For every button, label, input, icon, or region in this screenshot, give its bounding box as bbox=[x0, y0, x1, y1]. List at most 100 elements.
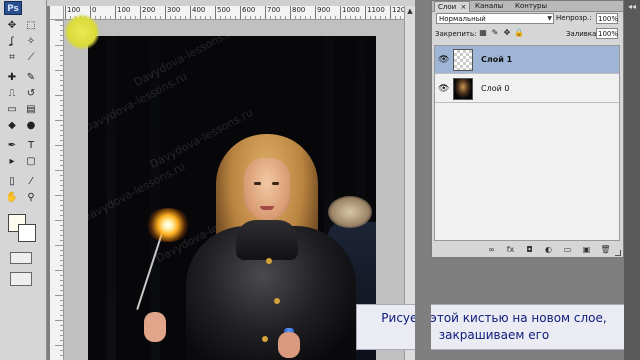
shape-tool[interactable]: ▢ bbox=[24, 154, 38, 168]
close-icon[interactable]: × bbox=[460, 3, 466, 11]
expand-panels-icon[interactable]: ◂◂ bbox=[628, 2, 636, 11]
new-layer-icon[interactable]: ▣ bbox=[581, 245, 592, 255]
ruler-minor-tick bbox=[270, 16, 271, 19]
healing-brush-tool[interactable]: ✚ bbox=[5, 70, 19, 84]
screen-mode-button[interactable] bbox=[10, 272, 32, 286]
crop-tool[interactable]: ⌗ bbox=[5, 50, 19, 64]
ruler-minor-tick bbox=[285, 16, 286, 19]
workspace-gap bbox=[415, 0, 431, 360]
blur-tool-icon: ◆ bbox=[8, 119, 16, 131]
eyedropper-tool[interactable]: ⁄ bbox=[24, 174, 38, 188]
layer-name[interactable]: Слой 1 bbox=[481, 55, 512, 65]
horizontal-ruler[interactable]: 100 0 100 200 300 400 500 600 700 800 900 1000 1100 1… bbox=[64, 6, 404, 20]
ruler-minor-tick bbox=[260, 16, 261, 19]
ruler-minor-tick bbox=[60, 100, 63, 101]
ruler-minor-tick bbox=[60, 75, 63, 76]
collapsed-panel-dock: ◂◂ bbox=[624, 0, 640, 360]
resize-grip-icon[interactable] bbox=[615, 250, 621, 256]
eyedropper-tool-icon: ⁄ bbox=[30, 175, 32, 187]
ruler-minor-tick bbox=[60, 215, 63, 216]
path-selection-tool[interactable]: ▸ bbox=[5, 154, 19, 168]
vertical-ruler[interactable] bbox=[50, 20, 64, 360]
ruler-minor-tick bbox=[55, 45, 63, 46]
background-color-swatch[interactable] bbox=[18, 224, 36, 242]
ruler-minor-tick bbox=[60, 265, 63, 266]
lock-label: Закрепить: bbox=[435, 30, 477, 38]
dodge-tool[interactable]: ● bbox=[24, 118, 38, 132]
ruler-tick-label: 300 bbox=[165, 6, 180, 19]
eraser-tool-icon: ▭ bbox=[7, 103, 17, 115]
caption-line-1: Рисуем этой кистью на новом слое, bbox=[381, 311, 607, 325]
lock-all-icon[interactable]: 🔒 bbox=[514, 28, 524, 38]
layer-style-icon[interactable]: fx bbox=[505, 245, 516, 255]
slice-tool-icon: ⟋ bbox=[27, 51, 35, 63]
brush-tool[interactable]: ✎ bbox=[24, 70, 38, 84]
lock-transparency-icon[interactable]: ▦ bbox=[478, 28, 488, 38]
quick-mask-button[interactable] bbox=[10, 252, 32, 264]
ruler-minor-tick bbox=[60, 140, 63, 141]
layer-name[interactable]: Слой 0 bbox=[481, 84, 509, 94]
layers-panel-footer: ∞ fx ◘ ◐ ▭ ▣ 🗑 bbox=[432, 243, 623, 257]
history-brush-tool[interactable]: ↺ bbox=[24, 86, 38, 100]
layer-mask-icon[interactable]: ◘ bbox=[524, 245, 535, 255]
ruler-minor-tick bbox=[130, 16, 131, 19]
hand-tool[interactable]: ✋ bbox=[5, 190, 19, 204]
fill-input[interactable]: 100% bbox=[596, 28, 618, 39]
layer-row[interactable]: 👁 Слой 0 bbox=[435, 75, 619, 103]
notes-tool[interactable]: ▯ bbox=[5, 174, 19, 188]
ruler-minor-tick bbox=[60, 85, 63, 86]
ruler-minor-tick bbox=[60, 260, 63, 261]
layer-row[interactable]: 👁 Слой 1 bbox=[435, 46, 619, 74]
eraser-tool[interactable]: ▭ bbox=[5, 102, 19, 116]
gradient-tool[interactable]: ▤ bbox=[24, 102, 38, 116]
lock-position-icon[interactable]: ✥ bbox=[502, 28, 512, 38]
ruler-origin[interactable] bbox=[50, 6, 64, 20]
ruler-minor-tick bbox=[60, 65, 63, 66]
ruler-tick-label: 100 bbox=[115, 6, 130, 19]
ruler-minor-tick bbox=[60, 210, 63, 211]
delete-layer-icon[interactable]: 🗑 bbox=[600, 245, 611, 255]
magic-wand-tool[interactable]: ✧ bbox=[24, 34, 38, 48]
move-tool[interactable]: ✥ bbox=[5, 18, 19, 32]
tab-paths[interactable]: Контуры bbox=[512, 1, 550, 12]
lock-pixels-icon[interactable]: ✎ bbox=[490, 28, 500, 38]
scroll-up-icon[interactable]: ▲ bbox=[405, 6, 415, 16]
slice-tool[interactable]: ⟋ bbox=[24, 50, 38, 64]
tab-layers[interactable]: Слои × bbox=[434, 1, 471, 12]
pen-tool[interactable]: ✒ bbox=[5, 138, 19, 152]
ruler-tick-label: 500 bbox=[215, 6, 230, 19]
eye-visibility-icon[interactable]: 👁 bbox=[438, 55, 449, 65]
ruler-minor-tick bbox=[60, 105, 63, 106]
type-tool[interactable]: T bbox=[24, 138, 38, 152]
ruler-minor-tick bbox=[60, 275, 63, 276]
group-icon[interactable]: ▭ bbox=[562, 245, 573, 255]
tab-channels[interactable]: Каналы bbox=[472, 1, 506, 12]
ruler-minor-tick bbox=[60, 355, 63, 356]
ruler-minor-tick bbox=[225, 16, 226, 19]
blend-mode-select[interactable]: Нормальный ▼ bbox=[436, 13, 554, 24]
blur-tool[interactable]: ◆ bbox=[5, 118, 19, 132]
ruler-minor-tick bbox=[120, 16, 121, 19]
zoom-tool[interactable]: ⚲ bbox=[24, 190, 38, 204]
hand-tool-icon: ✋ bbox=[5, 191, 19, 203]
marquee-tool[interactable]: ⬚ bbox=[24, 18, 38, 32]
ruler-minor-tick bbox=[60, 60, 63, 61]
clone-stamp-tool[interactable]: ⎍ bbox=[5, 86, 19, 100]
layer-thumbnail bbox=[453, 49, 473, 71]
ruler-minor-tick bbox=[310, 16, 311, 19]
move-tool-icon: ✥ bbox=[7, 19, 17, 31]
ruler-minor-tick bbox=[335, 16, 336, 19]
ruler-minor-tick bbox=[60, 230, 63, 231]
jacket-button bbox=[262, 336, 268, 342]
zoom-tool-icon: ⚲ bbox=[27, 191, 35, 203]
adjustment-layer-icon[interactable]: ◐ bbox=[543, 245, 554, 255]
ruler-minor-tick bbox=[200, 16, 201, 19]
ruler-minor-tick bbox=[60, 190, 63, 191]
ruler-minor-tick bbox=[250, 16, 251, 19]
eye-visibility-icon[interactable]: 👁 bbox=[438, 84, 449, 94]
ruler-minor-tick bbox=[60, 200, 63, 201]
opacity-input[interactable]: 100% bbox=[596, 13, 618, 24]
lasso-tool[interactable]: ʆ bbox=[5, 34, 19, 48]
document-photo[interactable]: Davydova-lessons.ru Davydova-lessons.ru … bbox=[88, 36, 376, 360]
link-layers-icon[interactable]: ∞ bbox=[486, 245, 497, 255]
